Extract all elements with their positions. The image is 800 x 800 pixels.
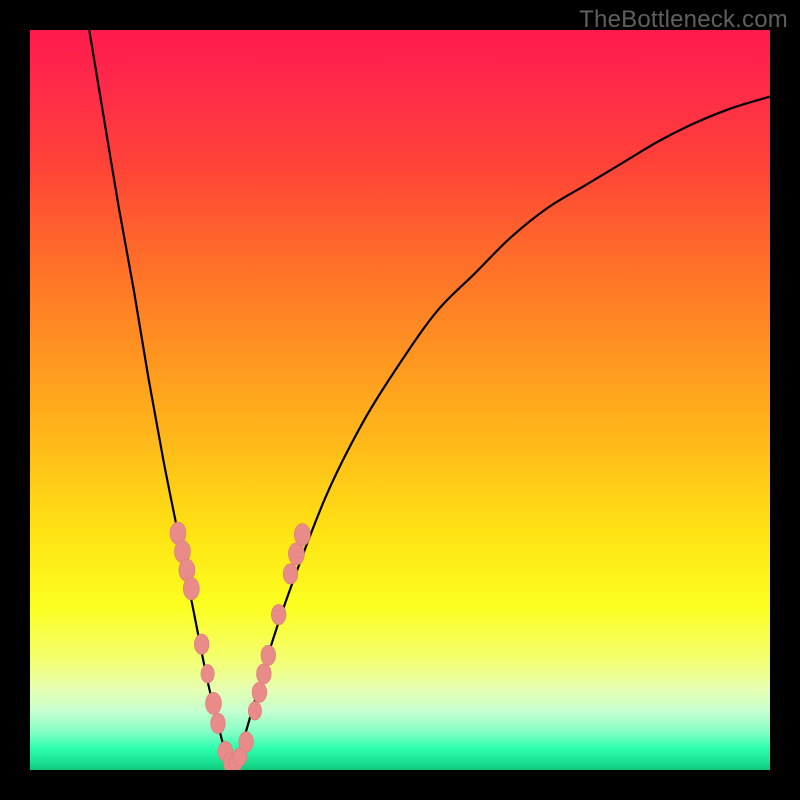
- chart-container: TheBottleneck.com: [0, 0, 800, 800]
- data-marker: [248, 702, 261, 721]
- data-marker: [211, 713, 226, 733]
- chart-svg: [30, 30, 770, 770]
- data-marker: [206, 692, 222, 714]
- markers-group: [170, 522, 310, 770]
- data-marker: [252, 682, 267, 702]
- data-marker: [201, 665, 214, 684]
- data-marker: [239, 732, 254, 752]
- data-marker: [257, 664, 272, 684]
- right-branch-curve: [232, 97, 770, 770]
- left-branch-curve: [89, 30, 232, 770]
- data-marker: [283, 564, 298, 584]
- data-marker: [288, 543, 304, 565]
- data-marker: [294, 524, 310, 546]
- data-marker: [194, 634, 209, 654]
- data-marker: [261, 645, 276, 665]
- data-marker: [183, 578, 199, 600]
- plot-area: [30, 30, 770, 770]
- data-marker: [271, 604, 286, 624]
